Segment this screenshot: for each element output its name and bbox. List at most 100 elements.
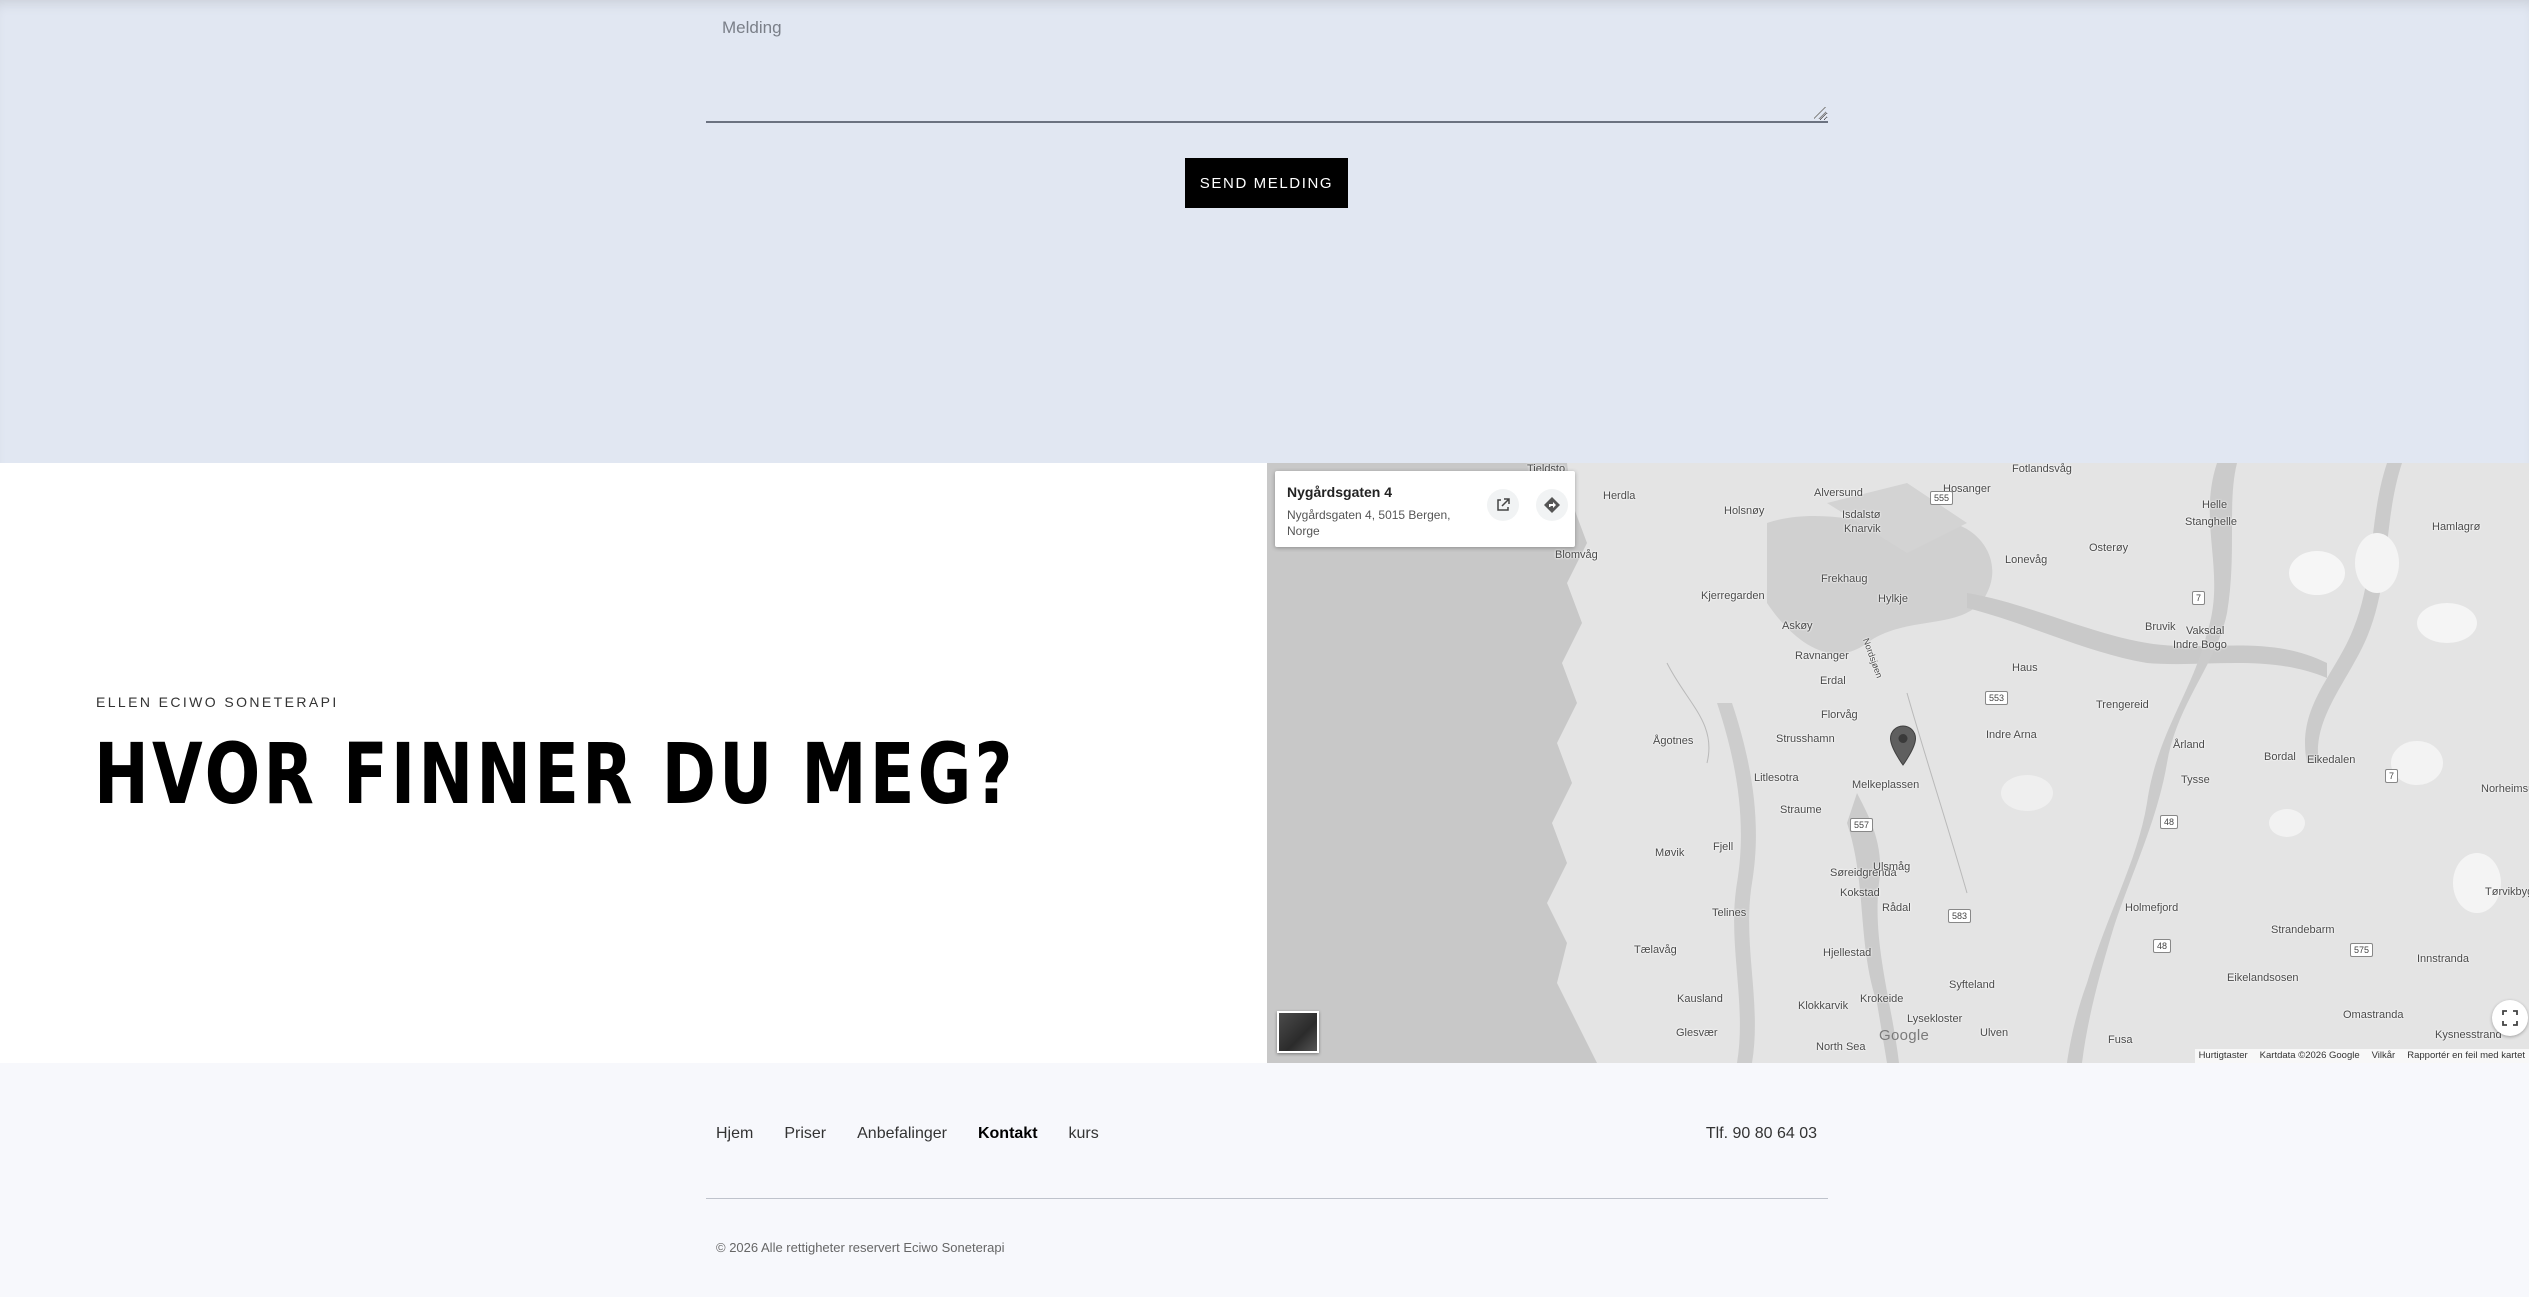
- google-map[interactable]: Tieldsto Fotlandsvåg Herdla Alversund Ho…: [1267, 463, 2529, 1063]
- map-place-label: Askøy: [1782, 620, 1813, 632]
- map-place-label: Frekhaug: [1821, 573, 1868, 585]
- road-number-badge: 555: [1930, 491, 1954, 505]
- map-place-label: Strusshamn: [1776, 733, 1835, 745]
- map-place-label: Bruvik: [2145, 621, 2176, 633]
- terms-link[interactable]: Vilkår: [2372, 1049, 2396, 1063]
- map-place-label: Tælavåg: [1634, 944, 1677, 956]
- map-place-label: Ulven: [1980, 1027, 2009, 1039]
- map-place-label: Syfteland: [1949, 979, 1995, 991]
- map-place-label: Osterøy: [2089, 542, 2129, 554]
- map-place-label: Isdalstø: [1842, 509, 1881, 521]
- road-number-badge: 583: [1948, 909, 1972, 923]
- map-place-label: Bordal: [2264, 751, 2296, 763]
- google-logo: Google: [1879, 1027, 1930, 1044]
- map-place-label: Ravnanger: [1795, 650, 1849, 662]
- map-place-label: Indre Bogo: [2173, 639, 2227, 651]
- map-place-label: Kysnesstrand: [2435, 1029, 2502, 1041]
- message-input[interactable]: [706, 0, 1828, 121]
- map-place-label: Ulsmåg: [1873, 861, 1911, 873]
- satellite-layer-toggle[interactable]: [1277, 1011, 1319, 1053]
- report-map-error-link[interactable]: Rapportér en feil med kartet: [2407, 1049, 2525, 1063]
- map-place-label: Litlesotra: [1754, 772, 1799, 784]
- map-attribution: Hurtigtaster Kartdata ©2026 Google Vilkå…: [2194, 1049, 2529, 1063]
- resize-handle-icon[interactable]: [1814, 107, 1826, 119]
- map-place-label: Florvåg: [1821, 709, 1858, 721]
- map-place-label: Knarvik: [1844, 523, 1881, 535]
- road-number-badge: 557: [1850, 818, 1874, 832]
- map-place-label: Kokstad: [1840, 887, 1880, 899]
- map-place-label: Fotlandsvåg: [2012, 463, 2072, 475]
- map-place-label: Kausland: [1677, 993, 1723, 1005]
- footer-nav-kurs[interactable]: kurs: [1069, 1125, 1099, 1143]
- map-place-label: Stanghelle: [2185, 516, 2237, 528]
- map-place-card: Nygårdsgaten 4 Nygårdsgaten 4, 5015 Berg…: [1275, 471, 1575, 547]
- road-number-badge: 575: [2350, 943, 2374, 957]
- map-place-label: Herdla: [1603, 490, 1636, 502]
- location-section: ELLEN ECIWO SONETERAPI HVOR FINNER DU ME…: [0, 463, 1267, 1063]
- footer-nav: Hjem Priser Anbefalinger Kontakt kurs: [716, 1125, 1099, 1143]
- map-place-label: Glesvær: [1676, 1027, 1718, 1039]
- map-place-label: Møvik: [1655, 847, 1685, 859]
- footer-nav-kontakt[interactable]: Kontakt: [978, 1125, 1038, 1143]
- map-place-label: Strandebarm: [2271, 924, 2335, 936]
- map-place-label: Hylkje: [1878, 593, 1908, 605]
- map-place-label: Holmefjord: [2125, 902, 2179, 914]
- map-place-label: North Sea: [1816, 1041, 1866, 1053]
- map-place-label: Klokkarvik: [1798, 1000, 1849, 1012]
- map-place-label: Telines: [1712, 907, 1747, 919]
- map-place-label: Ågotnes: [1653, 735, 1694, 747]
- map-place-label: Eikelandsosen: [2227, 972, 2299, 984]
- map-place-label: Erdal: [1820, 675, 1846, 687]
- map-place-label: Hamlagrø: [2432, 521, 2481, 533]
- road-number-badge: 48: [2160, 815, 2179, 829]
- map-place-label: Indre Arna: [1986, 729, 2037, 741]
- map-data-credit: Kartdata ©2026 Google: [2259, 1050, 2360, 1061]
- map-place-label: Fjell: [1713, 841, 1734, 853]
- contact-form-section: SEND MELDING: [0, 0, 2529, 463]
- footer-nav-anbefalinger[interactable]: Anbefalinger: [857, 1125, 947, 1143]
- copyright-text: © 2026 Alle rettigheter reservert Eciwo …: [716, 1240, 1005, 1255]
- map-place-label: Lonevåg: [2005, 554, 2048, 566]
- directions-button[interactable]: [1536, 489, 1568, 521]
- footer-nav-priser[interactable]: Priser: [784, 1125, 826, 1143]
- map-place-label: Helle: [2202, 499, 2228, 511]
- road-number-badge: 7: [2192, 591, 2206, 605]
- fullscreen-button[interactable]: [2492, 1000, 2528, 1036]
- external-link-icon: [1497, 498, 1510, 511]
- map-place-label: Holsnøy: [1724, 505, 1765, 517]
- map-place-label: Kjerregarden: [1701, 590, 1765, 602]
- footer-divider: [706, 1198, 1828, 1199]
- map-place-label: Norheimsund: [2481, 783, 2529, 795]
- road-number-badge: 553: [1985, 691, 2009, 705]
- section-heading: HVOR FINNER DU MEG?: [94, 725, 1016, 823]
- map-place-label: Fusa: [2108, 1034, 2133, 1046]
- map-place-label: Blomvåg: [1555, 549, 1598, 561]
- map-place-label: Hjellestad: [1823, 947, 1872, 959]
- map-place-label: Lysekloster: [1907, 1013, 1963, 1025]
- message-field[interactable]: [706, 0, 1828, 123]
- footer-phone: Tlf. 90 80 64 03: [1705, 1125, 1817, 1142]
- map-place-label: Krokeide: [1860, 993, 1904, 1005]
- directions-icon: [1544, 497, 1560, 513]
- road-number-badge: 7: [2385, 769, 2399, 783]
- fullscreen-icon: [2502, 1010, 2518, 1026]
- map-place-label: Tysse: [2181, 774, 2210, 786]
- send-message-button[interactable]: SEND MELDING: [1185, 158, 1348, 208]
- map-place-label: Omastranda: [2343, 1009, 2404, 1021]
- map-place-label: Tørvikbygd: [2485, 886, 2529, 898]
- keyboard-shortcuts-link[interactable]: Hurtigtaster: [2199, 1049, 2248, 1063]
- map-place-label: Alversund: [1814, 487, 1863, 499]
- section-eyebrow: ELLEN ECIWO SONETERAPI: [96, 694, 339, 710]
- map-place-label: Eikedalen: [2307, 754, 2356, 766]
- map-place-label: Vaksdal: [2186, 625, 2225, 637]
- place-card-address: Nygårdsgaten 4, 5015 Bergen, Norge: [1287, 508, 1451, 538]
- footer-nav-hjem[interactable]: Hjem: [716, 1125, 753, 1143]
- open-in-maps-button[interactable]: [1487, 489, 1519, 521]
- map-place-label: Innstranda: [2417, 953, 2469, 965]
- site-footer: Hjem Priser Anbefalinger Kontakt kurs Tl…: [0, 1063, 2529, 1297]
- map-place-label: Haus: [2012, 662, 2038, 674]
- map-place-label: Rådal: [1882, 902, 1911, 914]
- map-marker-icon[interactable]: [1889, 725, 1917, 767]
- road-number-badge: 48: [2153, 939, 2172, 953]
- map-place-label: Melkeplassen: [1852, 779, 1920, 791]
